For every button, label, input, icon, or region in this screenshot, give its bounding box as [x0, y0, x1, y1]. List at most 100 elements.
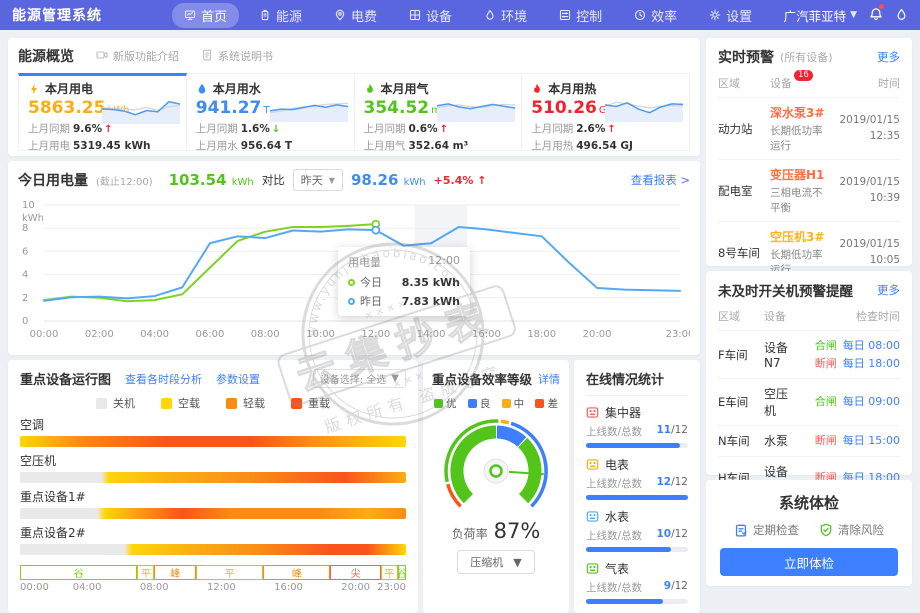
switch-alerts-more-link[interactable]: 更多: [877, 282, 900, 298]
nav-item-4[interactable]: 环境: [472, 3, 539, 28]
app-title: 能源管理系统: [12, 5, 102, 25]
card-previous: 上月用电5319.45 kWh: [28, 138, 177, 153]
energy-icon: [259, 9, 271, 21]
alert-row-0[interactable]: 动力站 深水泵3#长期低功率运行 2019/01/1512:35: [718, 97, 900, 159]
efficiency-legend: 优良中差: [434, 396, 558, 411]
efficiency-details-link[interactable]: 详情: [538, 371, 560, 387]
energy-overview-panel: 能源概览 新版功能介绍 系统说明书 本月用电 5863.25kWh 上月同期9.…: [8, 38, 700, 156]
water-drop-icon[interactable]: [895, 6, 908, 25]
runtime-status-bar[interactable]: [20, 508, 406, 519]
alert-row-1[interactable]: 配电室 变压器H1三相电流不平衡 2019/01/1510:39: [718, 159, 900, 221]
svg-text:06:00: 06:00: [195, 329, 224, 340]
doc-icon: [201, 49, 213, 64]
online-progress: [586, 599, 688, 604]
efficiency-panel: 重点设备效率等级 详情 优良中差 负荷率 87% 压缩机 ▼: [423, 360, 569, 613]
runtime-row-label: 重点设备1#: [20, 488, 406, 505]
switch-alert-row-1[interactable]: E车间 空压机 合闸每日 09:00: [718, 378, 900, 425]
alerts-scope: (所有设备): [780, 49, 833, 65]
checkup-items: 定期检查清除风险: [720, 522, 898, 538]
card-previous: 上月用气352.64 m³: [364, 138, 513, 153]
tariff-segment: 尖: [330, 565, 380, 580]
overview-card-0[interactable]: 本月用电 5863.25kWh 上月同期9.6%↑ 上月用电5319.45 kW…: [18, 73, 187, 151]
concentrator-icon: [586, 406, 599, 419]
main-menu: 首页能源电费设备环境控制效率设置: [172, 3, 784, 28]
runtime-status-bar[interactable]: [20, 472, 406, 483]
svg-text:16:00: 16:00: [472, 329, 501, 340]
runtime-status-bar[interactable]: [20, 544, 406, 555]
load-rate-gauge: [432, 413, 560, 519]
nav-item-0[interactable]: 首页: [172, 3, 239, 28]
mini-sparkline: [100, 92, 182, 126]
left-column: 能源概览 新版功能介绍 系统说明书 本月用电 5863.25kWh 上月同期9.…: [8, 38, 700, 585]
overview-card-3[interactable]: 本月用热 510.26GJ 上月同期2.6%↑ 上月用热496.54 GJ: [522, 73, 690, 151]
right-sidebar: 实时预警 (所有设备) 更多 区域 设备16 时间 动力站 深水泵3#长期低功率…: [706, 38, 912, 585]
nav-right: 广汽菲亚特 ▼: [784, 6, 908, 25]
nav-item-3[interactable]: 设备: [397, 3, 464, 28]
video-icon: [96, 49, 108, 61]
switch-alerts-title: 未及时开关机预警提醒: [718, 280, 853, 300]
axis-label: 00:00: [20, 582, 49, 593]
svg-text:kWh: kWh: [22, 213, 44, 224]
runtime-title: 重点设备运行图: [20, 369, 111, 388]
card-previous: 上月用水956.64 T: [196, 138, 345, 153]
system-manual-link[interactable]: 系统说明书: [201, 48, 273, 64]
tariff-segment: 峰: [263, 565, 330, 580]
runtime-status-bar[interactable]: [20, 436, 406, 447]
svg-text:18:00: 18:00: [527, 329, 556, 340]
legend-item: 轻载: [226, 395, 265, 411]
nav-item-7[interactable]: 设置: [697, 3, 764, 28]
overview-card-1[interactable]: 本月用水 941.27T 上月同期1.6%↓ 上月用水956.64 T: [187, 73, 355, 151]
period-analysis-link[interactable]: 查看各时段分析: [125, 371, 202, 387]
runtime-row-label: 空调: [20, 416, 406, 433]
nav-item-6[interactable]: 效率: [622, 3, 689, 28]
realtime-alerts-panel: 实时预警 (所有设备) 更多 区域 设备16 时间 动力站 深水泵3#长期低功率…: [706, 38, 912, 266]
nav-item-1[interactable]: 能源: [247, 3, 314, 28]
tooltip-row-0: 今日8.35 kWh: [348, 274, 460, 290]
tariff-segment: 谷: [398, 565, 406, 580]
alerts-title: 实时预警: [718, 47, 774, 67]
energy-dashboard: 能源管理系统 首页能源电费设备环境控制效率设置 广汽菲亚特 ▼ 能源概览: [0, 0, 920, 593]
compare-day-select[interactable]: 昨天 ▼: [293, 169, 343, 191]
video-icon: [96, 49, 108, 64]
tariff-period-band: 谷平峰平峰尖平谷: [20, 565, 406, 580]
tariff-segment: 平: [381, 565, 398, 580]
device-type-select[interactable]: 压缩机 ▼: [457, 550, 534, 574]
clipboard-icon: [734, 523, 748, 537]
svg-text:04:00: 04:00: [140, 329, 169, 340]
company-switcher[interactable]: 广汽菲亚特 ▼: [784, 6, 857, 25]
view-report-link[interactable]: 查看报表 >: [631, 172, 690, 188]
device-select[interactable]: 设备选择: 全选 ▼: [313, 369, 406, 388]
axis-label: 12:00: [207, 582, 236, 593]
tariff-segment: 峰: [154, 565, 196, 580]
checkup-item: 定期检查: [734, 522, 799, 538]
waterdrop-icon: [196, 83, 208, 95]
mini-sparkline: [603, 90, 685, 124]
switch-alert-row-2[interactable]: N车间 水泵 断闸每日 15:00: [718, 425, 900, 456]
notifications-button[interactable]: [869, 6, 883, 25]
new-features-link[interactable]: 新版功能介绍: [96, 48, 179, 64]
nav-item-5[interactable]: 控制: [547, 3, 614, 28]
yesterday-value: 98.26 kWh: [351, 171, 426, 189]
tariff-segment: 平: [137, 565, 154, 580]
legend-item: 重载: [291, 395, 330, 411]
overview-card-2[interactable]: 本月用气 354.52m³ 上月同期0.6%↑ 上月用气352.64 m³: [355, 73, 523, 151]
svg-text:10: 10: [22, 200, 35, 211]
doc-icon: [201, 49, 213, 61]
svg-text:8: 8: [22, 223, 28, 234]
nav-item-2[interactable]: 电费: [322, 3, 389, 28]
online-item-2: 水表 上线数/总数10/12: [586, 500, 688, 552]
home-icon: [184, 9, 196, 21]
checkup-now-button[interactable]: 立即体检: [720, 548, 898, 576]
runtime-row-label: 空压机: [20, 452, 406, 469]
electricity-fee-icon: [334, 9, 346, 21]
flame-icon: [364, 83, 376, 95]
switch-alert-row-0[interactable]: F车间 设备N7 合闸每日 08:00断闸每日 18:00: [718, 330, 900, 378]
svg-text:2: 2: [22, 293, 28, 304]
chevron-down-icon: ▼: [513, 556, 521, 569]
runtime-row-label: 重点设备2#: [20, 524, 406, 541]
parameter-settings-link[interactable]: 参数设置: [216, 371, 260, 387]
alerts-more-link[interactable]: 更多: [877, 49, 900, 65]
chevron-down-icon: ▼: [850, 10, 857, 20]
efficiency-title: 重点设备效率等级: [432, 369, 532, 388]
axis-label: 04:00: [73, 582, 102, 593]
